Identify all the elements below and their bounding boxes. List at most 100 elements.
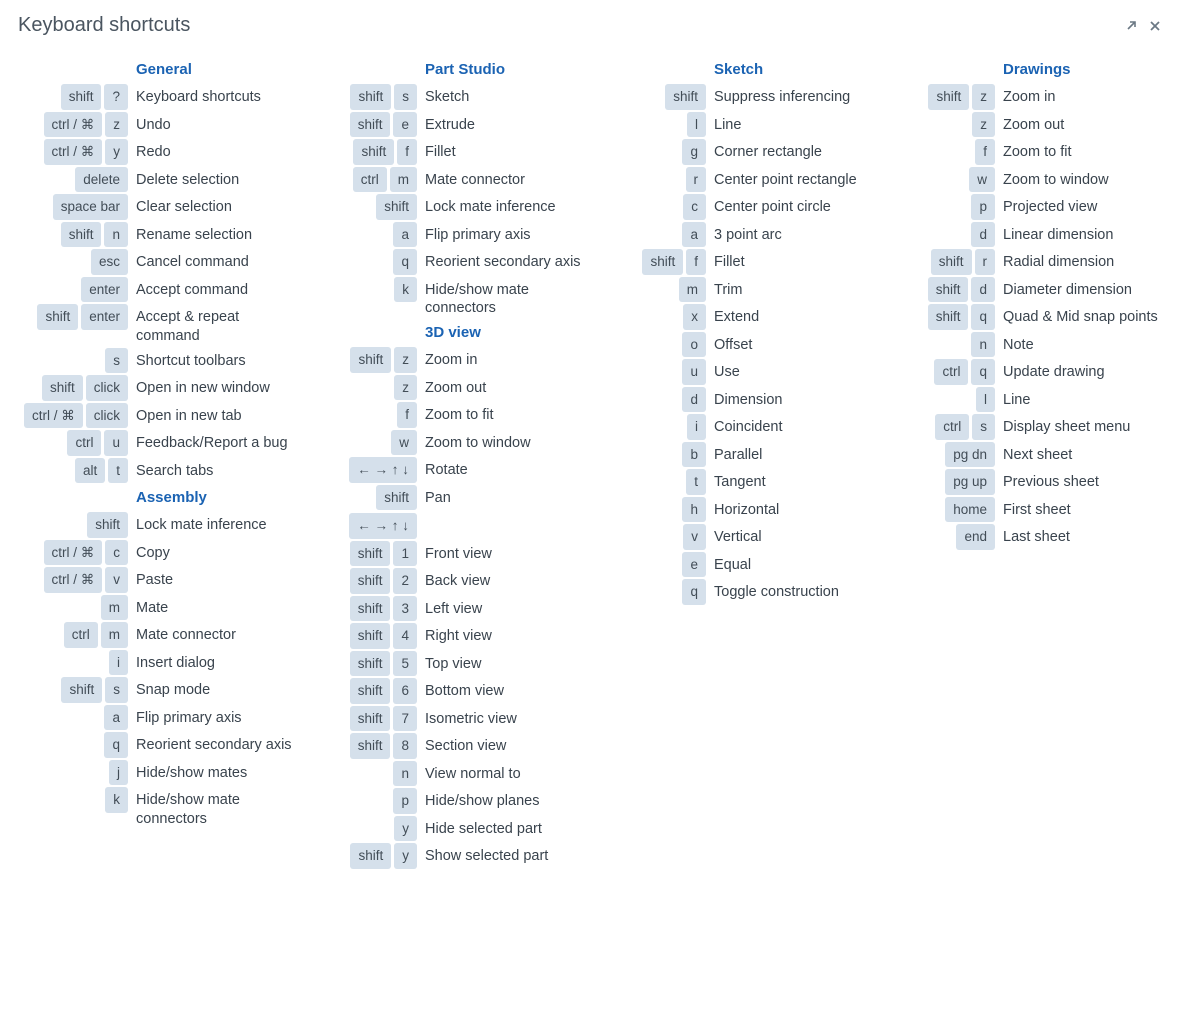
shortcut-row: nView normal to [307, 761, 584, 787]
shortcut-row: ctrlsDisplay sheet menu [885, 414, 1162, 440]
close-icon[interactable] [1148, 19, 1162, 33]
shortcut-description: Extend [714, 304, 873, 327]
key-group: ctrl / ⌘v [18, 567, 136, 593]
shortcut-row: shiftrRadial dimension [885, 249, 1162, 275]
shortcut-row: shiftsSnap mode [18, 677, 295, 703]
key-cap: o [682, 332, 706, 358]
shortcut-row: ctrl / ⌘cCopy [18, 540, 295, 566]
key-cap: shift [350, 651, 391, 677]
key-cap: z [105, 112, 128, 138]
shortcut-row: dDimension [596, 387, 873, 413]
key-cap: l [976, 387, 995, 413]
key-cap: n [393, 761, 417, 787]
shortcut-description: Zoom in [425, 347, 584, 370]
shortcut-row: enterAccept command [18, 277, 295, 303]
shortcut-description: Delete selection [136, 167, 295, 190]
shortcut-description: Fillet [425, 139, 584, 162]
shortcut-row: shift4Right view [307, 623, 584, 649]
shortcut-description: Rotate [425, 457, 584, 480]
key-group: o [596, 332, 714, 358]
shortcut-column: SketchshiftSuppress inferencinglLinegCor… [596, 55, 873, 607]
key-cap: q [971, 304, 995, 330]
key-group: shift4 [307, 623, 425, 649]
shortcut-description: Feedback/Report a bug [136, 430, 295, 453]
shortcut-description: Line [1003, 387, 1162, 410]
key-cap: z [394, 347, 417, 373]
key-group: z [885, 112, 1003, 138]
key-group: d [885, 222, 1003, 248]
key-cap: z [972, 84, 995, 110]
key-cap: shift [350, 596, 391, 622]
key-cap: m [679, 277, 706, 303]
shortcut-description: Copy [136, 540, 295, 563]
key-group: ctrl / ⌘click [18, 403, 136, 429]
key-group: ctrlm [18, 622, 136, 648]
shortcut-row: ctrl / ⌘zUndo [18, 112, 295, 138]
key-group: a [596, 222, 714, 248]
shortcut-description: Keyboard shortcuts [136, 84, 295, 107]
shortcut-row: shift3Left view [307, 596, 584, 622]
key-group: esc [18, 249, 136, 275]
key-cap: h [682, 497, 706, 523]
key-group: ctrl / ⌘c [18, 540, 136, 566]
key-cap: q [682, 579, 706, 605]
key-group: l [596, 112, 714, 138]
key-cap: t [108, 458, 128, 484]
key-cap: i [109, 650, 128, 676]
shortcut-row: ctrlmMate connector [18, 622, 295, 648]
shortcut-row: dLinear dimension [885, 222, 1162, 248]
shortcut-row: qReorient secondary axis [18, 732, 295, 758]
key-cap: ← → ↑ ↓ [349, 513, 417, 539]
shortcut-row: shift1Front view [307, 541, 584, 567]
key-group: home [885, 497, 1003, 523]
shortcut-description: Paste [136, 567, 295, 590]
key-group: shiftclick [18, 375, 136, 401]
shortcut-row: bParallel [596, 442, 873, 468]
key-group: d [596, 387, 714, 413]
shortcut-row: shift5Top view [307, 651, 584, 677]
key-cap: 8 [393, 733, 417, 759]
shortcut-row: shiftqQuad & Mid snap points [885, 304, 1162, 330]
key-cap: 3 [393, 596, 417, 622]
key-group: shift6 [307, 678, 425, 704]
key-cap: ctrl [67, 430, 101, 456]
shortcut-row: shiftnRename selection [18, 222, 295, 248]
key-cap: w [391, 430, 417, 456]
key-group: ctrlq [885, 359, 1003, 385]
key-cap: shift [931, 249, 972, 275]
shortcut-description: Extrude [425, 112, 584, 135]
shortcut-description: Fillet [714, 249, 873, 272]
key-cap: s [972, 414, 995, 440]
key-cap: click [86, 375, 128, 401]
shortcut-row: shiftSuppress inferencing [596, 84, 873, 110]
key-group: shiftf [596, 249, 714, 275]
key-cap: shift [61, 84, 102, 110]
key-group: y [307, 816, 425, 842]
shortcut-description: Hide/show mate connectors [425, 277, 584, 319]
shortcut-row: aFlip primary axis [18, 705, 295, 731]
key-cap: a [682, 222, 706, 248]
shortcut-description: First sheet [1003, 497, 1162, 520]
key-group: shifts [18, 677, 136, 703]
shortcut-row: gCorner rectangle [596, 139, 873, 165]
key-cap: t [686, 469, 706, 495]
key-group: shift2 [307, 568, 425, 594]
key-group: x [596, 304, 714, 330]
key-group: m [18, 595, 136, 621]
popout-icon[interactable] [1124, 19, 1138, 33]
key-cap: 2 [393, 568, 417, 594]
shortcut-description: Zoom to fit [425, 402, 584, 425]
key-group: q [596, 579, 714, 605]
key-group: j [18, 760, 136, 786]
key-cap: p [393, 788, 417, 814]
shortcut-description: Pan [425, 485, 584, 508]
key-group: w [307, 430, 425, 456]
key-cap: shift [350, 678, 391, 704]
header-actions [1124, 19, 1162, 33]
key-cap: m [101, 622, 128, 648]
key-cap: u [682, 359, 706, 385]
key-group: space bar [18, 194, 136, 220]
key-cap: e [393, 112, 417, 138]
section-heading: Assembly [18, 489, 295, 506]
key-group: shift← → ↑ ↓ [307, 485, 425, 539]
